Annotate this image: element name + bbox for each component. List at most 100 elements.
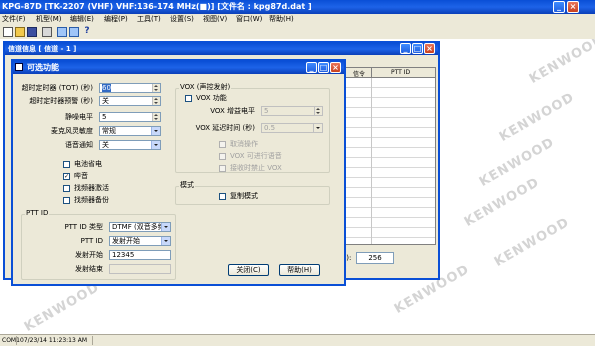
channel-minimize-button[interactable]: _ xyxy=(400,43,411,54)
close-dialog-button[interactable]: 关闭(C) xyxy=(228,264,269,276)
menu-file[interactable]: 文件(F) xyxy=(2,14,26,25)
menu-model[interactable]: 机型(M) xyxy=(36,14,62,25)
grid-body-lines xyxy=(341,78,435,244)
squelch-spin-icon[interactable] xyxy=(152,113,160,121)
grid-col-partial: 信令 xyxy=(353,71,366,78)
dialog-maximize-button[interactable]: □ xyxy=(318,62,329,73)
menu-settings[interactable]: 设置(S) xyxy=(170,14,194,25)
tot-prealert-spin-icon[interactable] xyxy=(152,97,160,105)
menu-tools[interactable]: 工具(T) xyxy=(137,14,161,25)
vox-delay-value: 0.5 xyxy=(264,124,276,132)
ptt-id-label: PTT ID xyxy=(80,237,103,245)
mic-sensitivity-value: 常规 xyxy=(102,127,116,135)
vox-gain-label: VOX 增益电平 xyxy=(210,107,255,115)
save-icon[interactable] xyxy=(27,27,37,37)
mic-sensitivity-label: 麦克风灵敏度 xyxy=(51,127,93,135)
channel-right-value[interactable]: 256 xyxy=(356,252,394,264)
close-button[interactable]: × xyxy=(567,1,579,13)
channel-maximize-button[interactable]: □ xyxy=(412,43,423,54)
voice-value: 关 xyxy=(102,141,109,149)
app-title: KPG-87D [TK-2207 (VHF) VHF:136-174 MHz(■… xyxy=(2,2,312,11)
new-icon[interactable] xyxy=(3,27,13,37)
channel-close-button[interactable]: × xyxy=(424,43,435,54)
channel-grid[interactable]: 信令 PTT ID xyxy=(340,67,436,245)
ptt-type-value: DTMF (双音多频) xyxy=(112,223,168,231)
open-icon[interactable] xyxy=(15,27,25,37)
ptt-begin-input[interactable]: 12345 xyxy=(109,250,171,260)
ptt-id-chevron-down-icon[interactable] xyxy=(161,237,170,245)
dialog-app-icon xyxy=(15,63,23,71)
dialog-minimize-button[interactable]: _ xyxy=(306,62,317,73)
vox-rx-inhibit-label: 接收时禁止 VOX xyxy=(230,164,282,172)
voice-chevron-down-icon[interactable] xyxy=(151,141,160,149)
vox-talk-checkbox[interactable] xyxy=(219,153,226,160)
vox-enable-checkbox[interactable] xyxy=(185,95,192,102)
vox-gain-spinner[interactable]: 5 xyxy=(261,106,323,116)
beep-checkbox[interactable]: ✓ xyxy=(63,173,70,180)
grid-header: 信令 PTT ID xyxy=(341,68,435,78)
tot-spinner[interactable]: 60 xyxy=(99,83,161,93)
clone-mode-checkbox[interactable] xyxy=(219,193,226,200)
status-bar: COM1 07/23/14 11:23:13 AM xyxy=(0,334,595,346)
read-icon[interactable] xyxy=(57,27,67,37)
finder-activate-label: 找频器激活 xyxy=(74,184,109,192)
ptt-id-value: 发射开始 xyxy=(112,237,140,245)
ptt-end-label: 发射结束 xyxy=(75,265,103,273)
squelch-spinner[interactable]: 5 xyxy=(99,112,161,122)
dialog-titlebar[interactable]: 可选功能 _ □ × xyxy=(13,61,344,74)
vox-cancel-checkbox[interactable] xyxy=(219,141,226,148)
tot-prealert-label: 超时定时器预警 (秒) xyxy=(29,97,93,105)
channel-window-titlebar[interactable]: 信道信息 [ 信道 - 1 ] _ □ × xyxy=(5,43,438,55)
tot-label: 超时定时器 (TOT) (秒) xyxy=(21,84,93,92)
toolbar: ? xyxy=(0,26,595,39)
ptt-type-select[interactable]: DTMF (双音多频) xyxy=(109,222,171,232)
clone-mode-label: 复制模式 xyxy=(230,192,258,200)
beep-label: 哔音 xyxy=(74,172,88,180)
channel-window-title: 信道信息 [ 信道 - 1 ] xyxy=(8,45,77,53)
mic-chevron-down-icon[interactable] xyxy=(151,127,160,135)
ptt-begin-value: 12345 xyxy=(112,251,135,259)
ptt-end-input[interactable] xyxy=(109,264,171,274)
menu-edit[interactable]: 编辑(E) xyxy=(70,14,94,25)
minimize-button[interactable]: _ xyxy=(553,1,565,13)
vox-gain-spin-icon[interactable] xyxy=(314,107,322,115)
optional-features-dialog[interactable]: 可选功能 _ □ × 超时定时器 (TOT) (秒) 60 超时定时器预警 (秒… xyxy=(11,59,346,286)
menu-help[interactable]: 帮助(H) xyxy=(269,14,294,25)
menu-program[interactable]: 编程(P) xyxy=(104,14,128,25)
ptt-begin-label: 发射开始 xyxy=(75,251,103,259)
tot-prealert-value: 关 xyxy=(102,97,109,105)
vox-delay-chevron-down-icon[interactable] xyxy=(313,124,322,132)
status-datetime: 07/23/14 11:23:13 AM xyxy=(20,337,87,344)
write-icon[interactable] xyxy=(69,27,79,37)
tot-prealert-spinner[interactable]: 关 xyxy=(99,96,161,106)
menu-window[interactable]: 窗口(W) xyxy=(236,14,262,25)
voice-select[interactable]: 关 xyxy=(99,140,161,150)
vox-talk-label: VOX 可进行语音 xyxy=(230,152,282,160)
vox-rx-inhibit-checkbox[interactable] xyxy=(219,165,226,172)
ptt-id-select[interactable]: 发射开始 xyxy=(109,236,171,246)
app-titlebar[interactable]: KPG-87D [TK-2207 (VHF) VHF:136-174 MHz(■… xyxy=(0,0,595,14)
tot-spin-icon[interactable] xyxy=(152,84,160,92)
ptt-type-chevron-down-icon[interactable] xyxy=(161,223,170,231)
print-icon[interactable] xyxy=(42,27,52,37)
vox-delay-label: VOX 延迟时间 (秒) xyxy=(195,124,255,132)
help-dialog-button[interactable]: 帮助(H) xyxy=(279,264,320,276)
voice-label: 语音通知 xyxy=(65,141,93,149)
squelch-label: 静噪电平 xyxy=(65,113,93,121)
vox-cancel-label: 取消操作 xyxy=(230,140,258,148)
status-port: COM1 xyxy=(2,337,20,344)
squelch-value: 5 xyxy=(102,113,107,121)
dialog-close-button[interactable]: × xyxy=(330,62,341,73)
menu-bar: 文件(F) 机型(M) 编辑(E) 编程(P) 工具(T) 设置(S) 视图(V… xyxy=(0,14,595,26)
finder-backup-label: 找频器备份 xyxy=(74,196,109,204)
finder-activate-checkbox[interactable] xyxy=(63,185,70,192)
ptt-type-label: PTT ID 类型 xyxy=(64,223,103,231)
help-icon[interactable]: ? xyxy=(82,27,92,37)
vox-delay-select[interactable]: 0.5 xyxy=(261,123,323,133)
finder-backup-checkbox[interactable] xyxy=(63,197,70,204)
menu-view[interactable]: 视图(V) xyxy=(203,14,227,25)
battery-save-checkbox[interactable] xyxy=(63,161,70,168)
mic-sensitivity-select[interactable]: 常规 xyxy=(99,126,161,136)
vox-group-title: VOX (声控发射) xyxy=(179,83,232,91)
grid-col-ptt: PTT ID xyxy=(391,69,411,76)
